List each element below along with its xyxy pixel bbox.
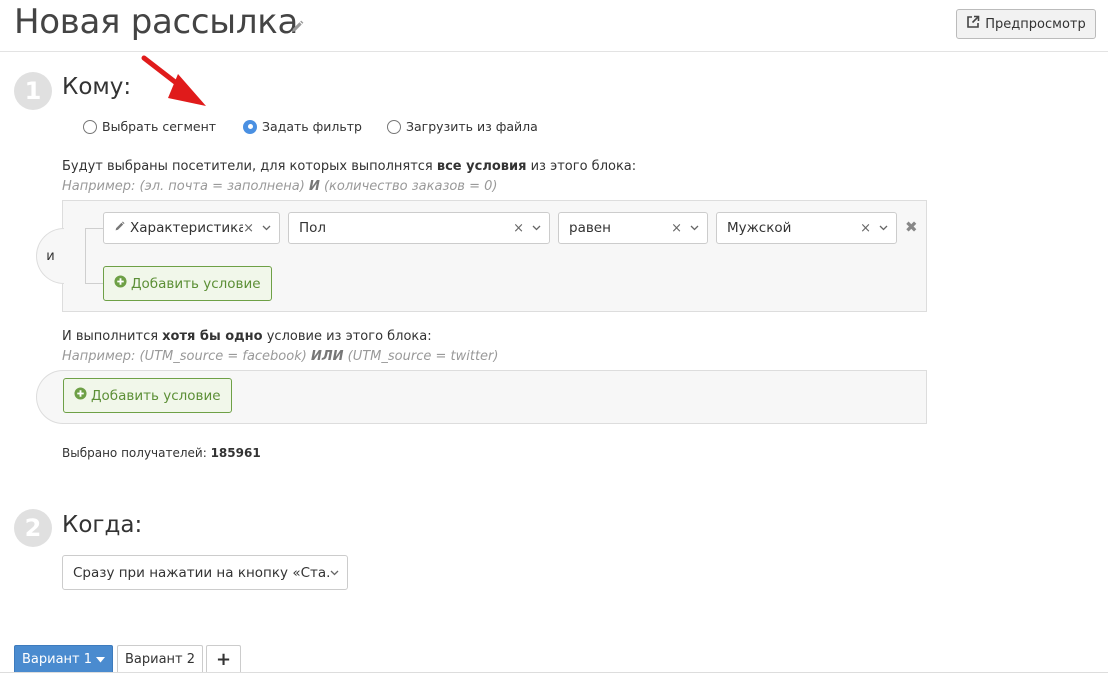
operator-value: равен	[569, 220, 611, 236]
all-conditions-example: Например: (эл. почта = заполнена) И (кол…	[62, 179, 497, 194]
clear-icon[interactable]: ×	[513, 221, 524, 236]
tab-label: Вариант 2	[124, 652, 196, 667]
desc-text: И выполнится	[62, 329, 163, 344]
add-variant-button[interactable]: +	[206, 645, 241, 673]
radio-off-icon	[83, 119, 97, 134]
field-type-select[interactable]: Характеристика ×	[103, 212, 280, 244]
clear-icon[interactable]: ×	[860, 221, 871, 236]
recipients-label: Выбрано получателей:	[62, 446, 211, 460]
tab-variant-1[interactable]: Вариант 1	[14, 645, 113, 673]
tab-variant-2[interactable]: Вариант 2	[117, 645, 203, 673]
step-number: 1	[14, 72, 52, 110]
radio-label: Задать фильтр	[262, 119, 362, 134]
add-condition-button[interactable]: Добавить условие	[103, 266, 272, 301]
step-title: Когда:	[62, 512, 143, 538]
radio-off-icon	[387, 119, 401, 134]
desc-text: из этого блока:	[526, 159, 637, 174]
add-condition-label: Добавить условие	[131, 275, 261, 292]
hint-text: Например: (UTM_source = facebook)	[62, 349, 311, 364]
annotation-arrow-icon	[141, 55, 206, 106]
step-number: 2	[14, 509, 52, 547]
desc-text: условие из этого блока:	[262, 329, 432, 344]
radio-upload-file[interactable]: Загрузить из файла	[387, 119, 538, 134]
radio-set-filter[interactable]: Задать фильтр	[243, 119, 362, 134]
chevron-down-icon	[262, 225, 271, 231]
step-title: Кому:	[62, 74, 132, 100]
and-connector: и	[36, 228, 64, 284]
hint-text: Например: (эл. почта = заполнена)	[62, 179, 309, 194]
field-value: Пол	[299, 220, 327, 236]
clear-icon[interactable]: ×	[671, 221, 682, 236]
hint-text: (количество заказов = 0)	[319, 179, 498, 194]
plus-icon: +	[215, 649, 232, 670]
desc-text: Будут выбраны посетители, для которых вы…	[62, 159, 437, 174]
value-value: Мужской	[727, 220, 792, 236]
chevron-down-icon	[330, 570, 339, 575]
caret-down-icon	[96, 652, 106, 667]
or-connector	[36, 370, 64, 424]
tree-line	[85, 228, 86, 284]
preview-button[interactable]: Предпросмотр	[956, 9, 1096, 39]
add-condition-button[interactable]: Добавить условие	[63, 378, 232, 413]
radio-select-segment[interactable]: Выбрать сегмент	[83, 119, 216, 134]
all-conditions-description: Будут выбраны посетители, для которых вы…	[62, 159, 636, 174]
schedule-value: Сразу при нажатии на кнопку «Ста...	[73, 564, 330, 581]
edit-title-icon[interactable]	[290, 20, 304, 34]
plus-circle-icon	[74, 387, 87, 404]
chevron-down-icon	[532, 225, 541, 231]
hint-text: (UTM_source = twitter)	[343, 349, 499, 364]
any-condition-example: Например: (UTM_source = facebook) ИЛИ (U…	[62, 349, 498, 364]
plus-circle-icon	[114, 275, 127, 292]
external-link-icon	[966, 15, 980, 33]
tree-line	[85, 283, 103, 284]
recipients-count: Выбрано получателей: 185961	[62, 446, 261, 460]
tab-label: Вариант 1	[21, 652, 93, 667]
page-title: Новая рассылка	[14, 2, 299, 42]
hint-emphasis: И	[308, 179, 320, 194]
field-type-value: Характеристика	[130, 220, 244, 236]
desc-emphasis: хотя бы одно	[162, 329, 263, 344]
remove-condition-icon[interactable]: ✖	[905, 218, 918, 236]
desc-emphasis: все условия	[436, 159, 527, 174]
hint-emphasis: ИЛИ	[310, 349, 344, 364]
preview-button-label: Предпросмотр	[985, 16, 1086, 32]
chevron-down-icon	[879, 225, 888, 231]
schedule-select[interactable]: Сразу при нажатии на кнопку «Ста...	[62, 555, 348, 590]
tabs-divider	[0, 672, 1108, 673]
add-condition-label: Добавить условие	[91, 387, 221, 404]
tree-line	[85, 228, 103, 229]
operator-select[interactable]: равен ×	[558, 212, 708, 244]
any-condition-description: И выполнится хотя бы одно условие из это…	[62, 329, 432, 344]
pencil-icon	[114, 220, 125, 236]
chevron-down-icon	[690, 225, 699, 231]
radio-label: Загрузить из файла	[406, 119, 538, 134]
clear-icon[interactable]: ×	[243, 221, 254, 236]
radio-on-icon	[243, 119, 257, 134]
value-select[interactable]: Мужской ×	[716, 212, 897, 244]
radio-label: Выбрать сегмент	[102, 119, 217, 134]
recipients-number: 185961	[210, 446, 261, 460]
field-select[interactable]: Пол ×	[288, 212, 550, 244]
